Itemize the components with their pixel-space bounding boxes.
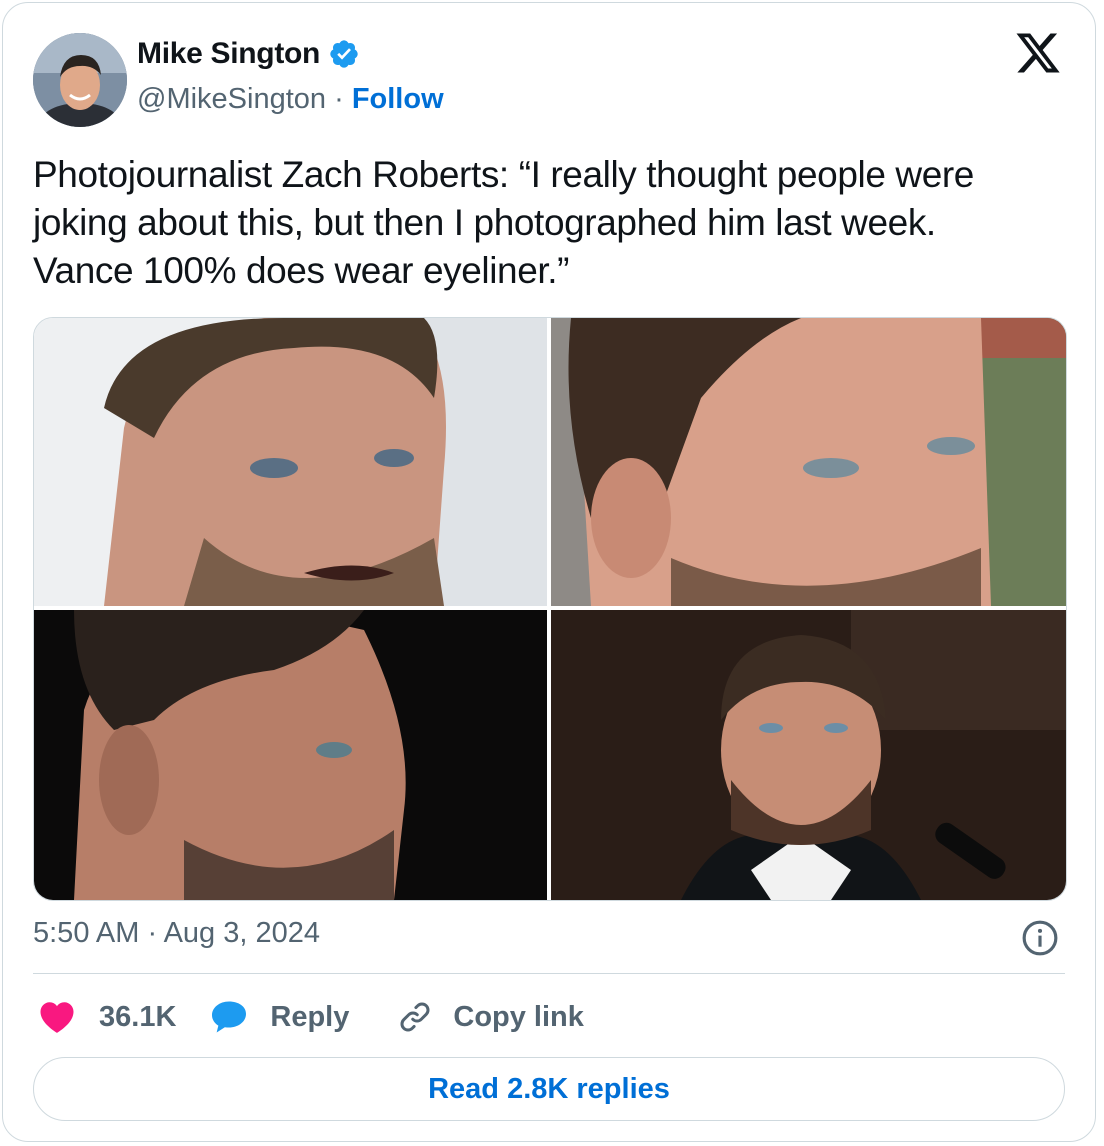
author-handle[interactable]: @MikeSington <box>137 83 326 115</box>
reply-label: Reply <box>270 1000 350 1033</box>
verified-badge-icon <box>330 40 358 68</box>
read-replies-button[interactable]: Read 2.8K replies <box>33 1057 1065 1121</box>
x-logo-icon[interactable] <box>1013 29 1063 77</box>
tweet-photo-2[interactable] <box>551 318 1066 606</box>
media-grid <box>33 317 1067 901</box>
author-name-row: Mike Sington <box>137 37 360 71</box>
avatar[interactable] <box>33 33 127 127</box>
link-icon <box>400 1002 430 1032</box>
tweet-actions: 36.1K Reply Copy link <box>39 997 584 1037</box>
author-handle-row: @MikeSington · Follow <box>137 83 444 116</box>
copy-link-button[interactable]: Copy link <box>397 999 584 1035</box>
tweet-timestamp[interactable]: 5:50 AM · Aug 3, 2024 <box>33 917 320 950</box>
divider <box>33 973 1065 974</box>
heart-icon <box>40 1002 74 1033</box>
reply-button[interactable]: Reply <box>210 1000 349 1034</box>
tweet-card: Mike Sington @MikeSington · Follow Photo… <box>2 2 1096 1142</box>
tweet-photo-4[interactable] <box>551 610 1066 900</box>
tweet-photo-1[interactable] <box>34 318 547 606</box>
handle-separator: · <box>326 83 352 115</box>
follow-link[interactable]: Follow <box>352 83 444 115</box>
tweet-text-line: Vance 100% does wear eyeliner.” <box>33 250 570 291</box>
tweet-text: Photojournalist Zach Roberts: “I really … <box>33 151 1073 295</box>
tweet-text-line: Photojournalist Zach Roberts: “I really … <box>33 154 974 195</box>
tweet-photo-3[interactable] <box>34 610 547 900</box>
author-name[interactable]: Mike Sington <box>137 37 320 71</box>
copy-link-label: Copy link <box>453 1000 584 1033</box>
info-icon[interactable] <box>1021 919 1059 957</box>
like-button[interactable]: 36.1K <box>39 1000 176 1034</box>
speech-bubble-icon <box>212 1001 247 1033</box>
tweet-text-line: joking about this, but then I photograph… <box>33 202 936 243</box>
like-count: 36.1K <box>99 1000 177 1033</box>
